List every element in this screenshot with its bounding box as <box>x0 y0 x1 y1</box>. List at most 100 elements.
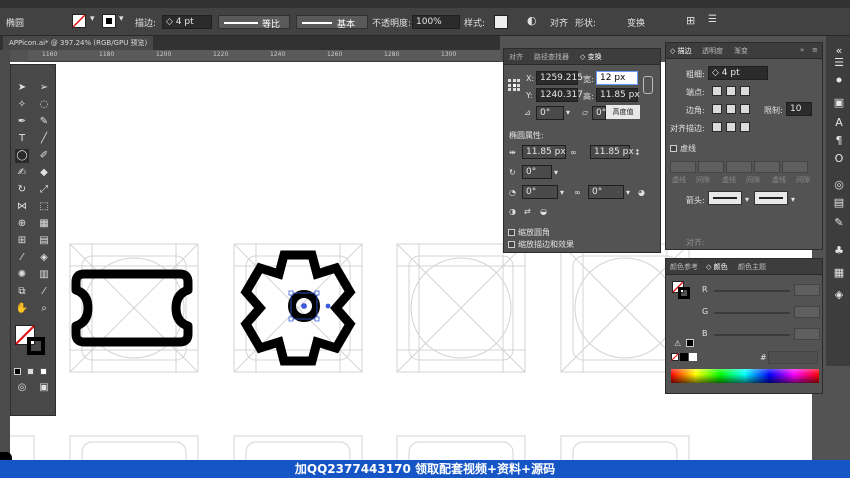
recolor-icon[interactable]: ◐ <box>527 14 537 27</box>
constrain-proportions-icon[interactable] <box>643 76 653 94</box>
limit-field[interactable]: 10 <box>786 102 812 116</box>
r-slider[interactable] <box>714 290 790 292</box>
shaper-icon[interactable]: ✍ <box>15 166 29 180</box>
transform-link[interactable]: 变换 <box>627 16 645 29</box>
end-arrowhead-select[interactable] <box>754 191 788 205</box>
fill-dropdown-icon[interactable]: ▾ <box>90 14 95 24</box>
curvature-icon[interactable]: ✎ <box>37 115 51 129</box>
brushes-icon[interactable]: ✎ <box>832 216 846 230</box>
brush-definition[interactable]: 基本 <box>296 15 368 30</box>
stroke-dropdown-icon[interactable]: ▾ <box>119 14 124 24</box>
symbols-icon[interactable]: ♣ <box>832 244 846 258</box>
isolate-icon[interactable]: ⊞ <box>686 14 695 27</box>
libraries-icon[interactable]: ▣ <box>832 96 846 110</box>
eraser-icon[interactable]: ◆ <box>37 166 51 180</box>
ellipse-angle-dropdown-icon[interactable]: ▾ <box>554 168 558 177</box>
none-mode-icon[interactable] <box>40 368 47 375</box>
tab-color[interactable]: ◇ 颜色 <box>706 262 728 272</box>
vertical-ruler[interactable] <box>0 50 10 462</box>
pie-end-field[interactable]: 0° <box>588 185 624 199</box>
tab-gradient[interactable]: 渐变 <box>734 46 748 56</box>
gap-field[interactable] <box>754 161 780 173</box>
ellipse-tool-icon[interactable]: ◯ <box>15 149 29 163</box>
dash-field[interactable] <box>726 161 752 173</box>
fill-swatch[interactable] <box>72 14 86 28</box>
swatches-icon[interactable]: ▦ <box>832 266 846 280</box>
character-icon[interactable]: A <box>832 116 846 130</box>
perspective-grid-icon[interactable]: ▦ <box>37 217 51 231</box>
panel-menu-icon[interactable]: ≡ <box>812 46 818 54</box>
projecting-cap-icon[interactable] <box>740 86 750 96</box>
gradient-tool-icon[interactable]: ▤ <box>37 234 51 248</box>
white-swatch[interactable] <box>689 353 697 361</box>
graphic-styles-icon[interactable]: ▤ <box>832 196 846 210</box>
selection-tool-icon[interactable]: ➤ <box>15 81 29 95</box>
panel-collapse-icon[interactable]: » <box>800 46 804 54</box>
miter-join-icon[interactable] <box>712 104 722 114</box>
zoom-tool-icon[interactable]: ⌕ <box>37 302 51 316</box>
opentype-icon[interactable]: O <box>832 152 846 166</box>
y-field[interactable]: 1240.317 <box>536 88 583 102</box>
tab-stroke[interactable]: ◇ 描边 <box>670 46 692 56</box>
scale-tool-icon[interactable]: ⤢ <box>37 183 51 197</box>
round-cap-icon[interactable] <box>726 86 736 96</box>
layers-icon[interactable]: ⚫ <box>832 74 846 88</box>
height-value-button[interactable]: 高度值 <box>606 105 640 119</box>
horizontal-ruler[interactable]: 1160 1180 1200 1220 1240 1260 1280 1300 <box>28 50 500 62</box>
mesh-tool-icon[interactable]: ⊞ <box>15 234 29 248</box>
dash-field[interactable] <box>670 161 696 173</box>
align-inside-icon[interactable] <box>726 122 736 132</box>
color-stroke-box[interactable] <box>678 287 690 299</box>
ellipse-angle-field[interactable]: 0° <box>522 165 552 179</box>
properties-icon[interactable]: ☰ <box>832 56 846 70</box>
graphic-style-swatch[interactable] <box>494 15 508 29</box>
bevel-join-icon[interactable] <box>740 104 750 114</box>
round-join-icon[interactable] <box>726 104 736 114</box>
screen-mode-icon[interactable]: ▣ <box>37 381 51 395</box>
hex-field[interactable] <box>768 351 818 364</box>
h-field[interactable]: 11.85 px <box>596 88 640 102</box>
type-tool-icon[interactable]: T <box>15 132 29 146</box>
paragraph-icon[interactable]: ¶ <box>832 134 846 148</box>
rotate-dropdown-icon[interactable]: ▾ <box>566 108 570 117</box>
swap-pie-icon[interactable]: ⇄ <box>524 207 531 216</box>
direct-selection-tool-icon[interactable]: ➢ <box>37 81 51 95</box>
tab-color-guide[interactable]: 颜色参考 <box>670 262 698 272</box>
dashed-checkbox[interactable] <box>670 145 677 152</box>
end-arrowhead-dropdown-icon[interactable]: ▾ <box>791 195 795 204</box>
slice-tool-icon[interactable]: ⁄ <box>37 285 51 299</box>
eyedropper-icon[interactable]: ⁄ <box>15 251 29 265</box>
g-field[interactable] <box>794 306 820 318</box>
gradient-mode-icon[interactable] <box>27 368 34 375</box>
align-outside-icon[interactable] <box>740 122 750 132</box>
x-field[interactable]: 1259.215 <box>536 71 583 85</box>
variable-width-profile[interactable]: 等比 <box>218 15 290 30</box>
column-graph-icon[interactable]: ▥ <box>37 268 51 282</box>
black-swatch[interactable] <box>680 353 688 361</box>
g-slider[interactable] <box>714 312 790 314</box>
align-center-icon[interactable] <box>712 122 722 132</box>
shear-field[interactable]: 0° <box>592 106 606 120</box>
artboard-tool-icon[interactable]: ⧉ <box>15 285 29 299</box>
scale-corners-checkbox[interactable] <box>508 229 515 236</box>
magic-wand-icon[interactable]: ✧ <box>15 98 29 112</box>
w-field[interactable]: 12 px <box>596 71 638 85</box>
rotate-tool-icon[interactable]: ↻ <box>15 183 29 197</box>
blend-tool-icon[interactable]: ◈ <box>37 251 51 265</box>
start-arrowhead-dropdown-icon[interactable]: ▾ <box>745 195 749 204</box>
symbol-sprayer-icon[interactable]: ✺ <box>15 268 29 282</box>
web-safe-swatch[interactable] <box>686 339 694 347</box>
rotate-field[interactable]: 0° <box>536 106 564 120</box>
pen-tool-icon[interactable]: ✒ <box>15 115 29 129</box>
pie-start-field[interactable]: 0° <box>522 185 558 199</box>
paintbrush-icon[interactable]: ✐ <box>37 149 51 163</box>
free-transform-icon[interactable]: ⬚ <box>37 200 51 214</box>
pie-circle-icon[interactable]: ◒ <box>540 207 547 216</box>
opacity-field[interactable]: 100% <box>412 15 460 29</box>
tab-align[interactable]: 对齐 <box>509 52 523 62</box>
none-swatch[interactable] <box>671 353 679 361</box>
dash-field[interactable] <box>782 161 808 173</box>
menu-icon[interactable]: ☰ <box>708 14 717 25</box>
reference-point-icon[interactable] <box>508 79 520 91</box>
line-tool-icon[interactable]: ╱ <box>37 132 51 146</box>
